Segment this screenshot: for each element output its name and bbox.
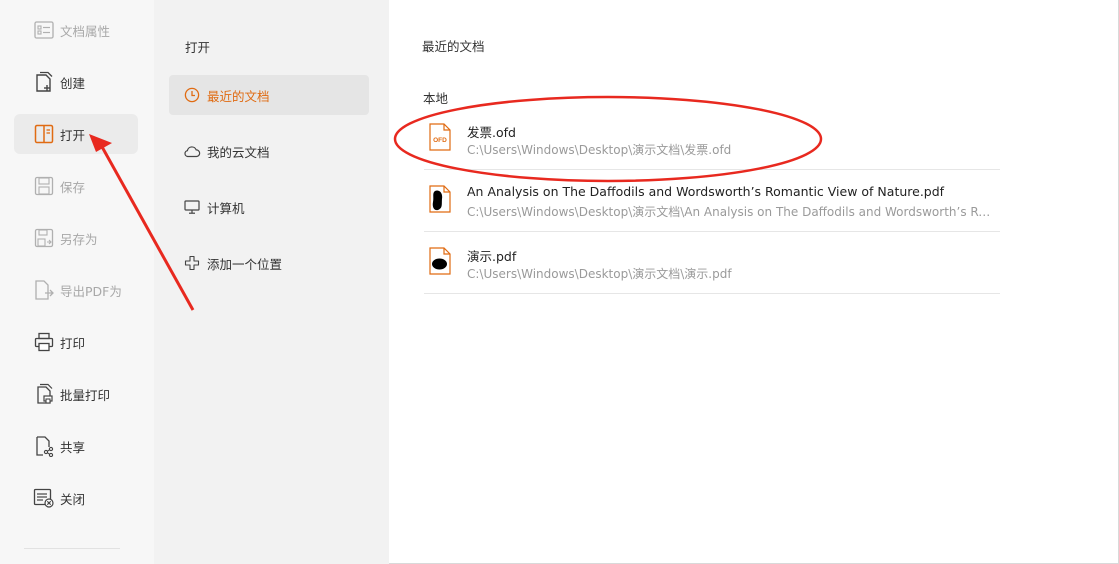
cloud-icon: [183, 142, 201, 160]
location-label: 计算机: [207, 200, 245, 216]
save-as-icon: [33, 227, 55, 249]
file-path: C:\Users\Windows\Desktop\演示文档\演示.pdf: [467, 267, 732, 281]
batch-print-icon: [33, 383, 55, 405]
menu-item-create[interactable]: 创建: [14, 62, 138, 102]
clock-icon: [183, 86, 201, 104]
location-label: 添加一个位置: [207, 256, 283, 272]
open-panel-title: 打开: [185, 40, 211, 55]
menu-item-batch-print[interactable]: 批量打印: [14, 374, 138, 414]
file-name: An Analysis on The Daffodils and Wordswo…: [467, 184, 945, 199]
open-locations-panel: 打开 最近的文档 我的云文档 计算机 添加一个位置: [154, 0, 389, 564]
menu-item-open[interactable]: 打开: [14, 114, 138, 154]
recent-file-row[interactable]: 演示.pdf C:\Users\Windows\Desktop\演示文档\演示.…: [424, 232, 1000, 294]
share-icon: [33, 435, 55, 457]
pdf-file-icon: [429, 247, 451, 275]
open-doc-icon: [33, 123, 55, 145]
recent-documents-title: 最近的文档: [422, 39, 485, 54]
file-menu-sidebar: 文档属性 创建 打开 保存 另存为 导出PDF为 打印 批量打印 共享 关闭: [0, 0, 154, 564]
menu-item-label: 打印: [60, 335, 86, 351]
location-cloud[interactable]: 我的云文档: [169, 131, 369, 171]
menu-item-print[interactable]: 打印: [14, 322, 138, 362]
file-path: C:\Users\Windows\Desktop\演示文档\发票.ofd: [467, 143, 732, 157]
export-pdf-icon: [33, 279, 55, 301]
menu-item-label: 关闭: [60, 491, 86, 507]
menu-item-label: 打开: [60, 127, 86, 143]
menu-divider: [24, 548, 120, 549]
menu-item-close[interactable]: 关闭: [14, 478, 138, 518]
close-doc-icon: [33, 487, 55, 509]
location-computer[interactable]: 计算机: [169, 187, 369, 227]
doc-properties-icon: [33, 19, 55, 41]
location-add[interactable]: 添加一个位置: [169, 243, 369, 283]
location-label: 我的云文档: [207, 144, 270, 160]
recent-documents-view: 最近的文档 本地 OFD 发票.ofd C:\Users\Windows\Des…: [389, 0, 1119, 564]
file-name: 演示.pdf: [467, 249, 517, 264]
menu-item-label: 另存为: [60, 231, 98, 247]
plus-icon: [183, 254, 201, 272]
recent-file-row[interactable]: An Analysis on The Daffodils and Wordswo…: [424, 170, 1000, 232]
location-label: 最近的文档: [207, 88, 270, 104]
location-recent[interactable]: 最近的文档: [169, 75, 369, 115]
menu-item-label: 创建: [60, 75, 86, 91]
print-icon: [33, 331, 55, 353]
menu-item-save[interactable]: 保存: [14, 166, 138, 206]
file-name: 发票.ofd: [467, 125, 516, 140]
create-doc-icon: [33, 71, 55, 93]
file-path: C:\Users\Windows\Desktop\演示文档\An Analysi…: [467, 205, 995, 219]
section-local-label: 本地: [423, 91, 449, 106]
save-icon: [33, 175, 55, 197]
pdf-file-icon: [429, 185, 451, 213]
monitor-icon: [183, 198, 201, 216]
menu-item-export-pdf[interactable]: 导出PDF为: [14, 270, 138, 310]
menu-item-share[interactable]: 共享: [14, 426, 138, 466]
menu-item-label: 保存: [60, 179, 86, 195]
ofd-file-icon: OFD: [429, 123, 451, 151]
recent-file-row[interactable]: OFD 发票.ofd C:\Users\Windows\Desktop\演示文档…: [424, 108, 1000, 170]
menu-item-doc-properties[interactable]: 文档属性: [14, 10, 138, 50]
svg-text:OFD: OFD: [433, 137, 447, 144]
menu-item-label: 文档属性: [60, 23, 111, 39]
menu-item-save-as[interactable]: 另存为: [14, 218, 138, 258]
menu-item-label: 批量打印: [60, 387, 111, 403]
menu-item-label: 导出PDF为: [60, 283, 122, 299]
menu-item-label: 共享: [60, 439, 86, 455]
